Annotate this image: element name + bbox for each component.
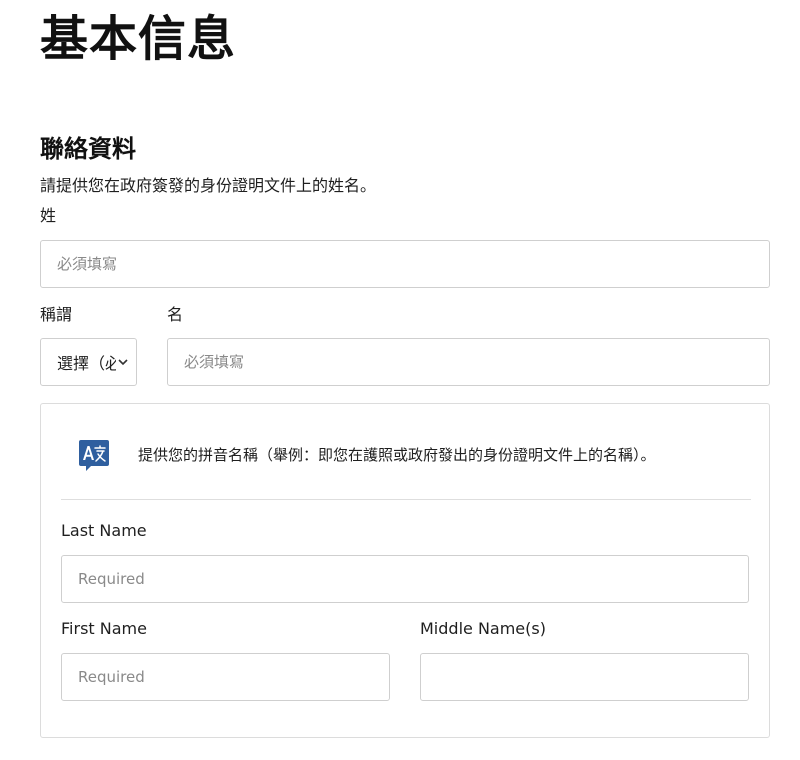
given-name-input[interactable] xyxy=(167,338,770,386)
last-name-input[interactable] xyxy=(61,555,749,603)
given-name-label: 名 xyxy=(167,305,184,324)
salutation-label: 稱謂 xyxy=(40,305,73,324)
basic-info-page: 基本信息 聯絡資料 請提供您在政府簽發的身份證明文件上的姓名。 姓 稱謂 選擇（… xyxy=(0,0,800,760)
middle-name-label: Middle Name(s) xyxy=(420,619,546,638)
first-name-input[interactable] xyxy=(61,653,390,701)
pinyin-note-text: 提供您的拼音名稱（舉例：即您在護照或政府發出的身份證明文件上的名稱）。 xyxy=(138,446,656,464)
translate-icon xyxy=(79,440,109,472)
contact-section-description: 請提供您在政府簽發的身份證明文件上的姓名。 xyxy=(40,176,377,195)
pinyin-name-panel: 提供您的拼音名稱（舉例：即您在護照或政府發出的身份證明文件上的名稱）。 Last… xyxy=(40,403,770,738)
chevron-down-icon xyxy=(116,355,130,369)
pinyin-note-header: 提供您的拼音名稱（舉例：即您在護照或政府發出的身份證明文件上的名稱）。 xyxy=(61,424,751,500)
contact-section-title: 聯絡資料 xyxy=(40,135,136,163)
page-title: 基本信息 xyxy=(40,11,237,67)
middle-name-input[interactable] xyxy=(420,653,749,701)
first-name-label: First Name xyxy=(61,619,147,638)
surname-input[interactable] xyxy=(40,240,770,288)
salutation-selected-value: 選擇（必 xyxy=(57,354,116,373)
salutation-select[interactable]: 選擇（必 xyxy=(40,338,137,386)
last-name-label: Last Name xyxy=(61,521,147,540)
surname-label: 姓 xyxy=(40,206,57,225)
